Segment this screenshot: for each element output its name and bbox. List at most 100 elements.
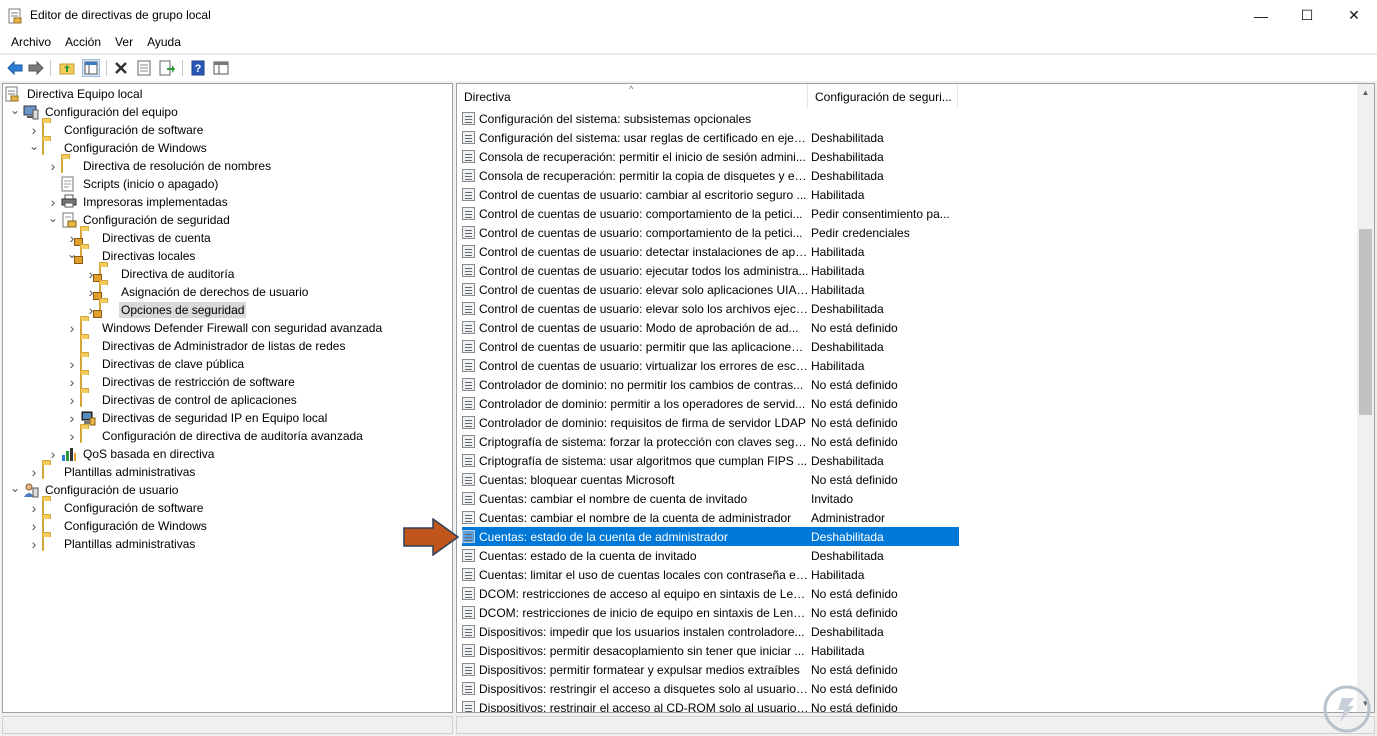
- tree-item[interactable]: › Directivas de clave pública: [66, 355, 246, 373]
- tree-item[interactable]: Directiva Equipo local: [5, 85, 144, 103]
- tree-item[interactable]: › Asignación de derechos de usuario: [85, 283, 310, 301]
- chevron-right-icon[interactable]: ›: [66, 391, 78, 409]
- maximize-button[interactable]: ☐: [1284, 0, 1330, 31]
- forward-button[interactable]: [27, 59, 45, 77]
- table-row[interactable]: Control de cuentas de usuario: cambiar a…: [462, 185, 864, 204]
- tree-item[interactable]: › Impresoras implementadas: [47, 193, 230, 211]
- chevron-down-icon[interactable]: ⌄: [47, 209, 59, 227]
- tree-item[interactable]: Scripts (inicio o apagado): [47, 175, 220, 193]
- tree-item[interactable]: › Opciones de seguridad: [85, 301, 247, 319]
- table-row[interactable]: Dispositivos: impedir que los usuarios i…: [462, 622, 884, 641]
- table-row[interactable]: Cuentas: cambiar el nombre de cuenta de …: [462, 489, 853, 508]
- table-row[interactable]: DCOM: restricciones de acceso al equipo …: [462, 584, 898, 603]
- table-row[interactable]: Control de cuentas de usuario: elevar so…: [462, 280, 864, 299]
- vertical-scrollbar[interactable]: ▲ ▼: [1357, 84, 1374, 712]
- table-row[interactable]: Control de cuentas de usuario: Modo de a…: [462, 318, 898, 337]
- table-row[interactable]: Criptografía de sistema: usar algoritmos…: [462, 451, 884, 470]
- table-row[interactable]: Dispositivos: permitir desacoplamiento s…: [462, 641, 864, 660]
- menu-archivo[interactable]: Archivo: [4, 31, 58, 53]
- table-row[interactable]: Control de cuentas de usuario: virtualiz…: [462, 356, 864, 375]
- menu-ver[interactable]: Ver: [108, 31, 140, 53]
- minimize-button[interactable]: —: [1238, 0, 1284, 31]
- scrollbar-thumb[interactable]: [1359, 229, 1372, 415]
- table-row[interactable]: Dispositivos: restringir el acceso a dis…: [462, 679, 898, 698]
- table-row[interactable]: Consola de recuperación: permitir la cop…: [462, 166, 884, 185]
- delete-button[interactable]: [112, 59, 130, 77]
- console-tree[interactable]: Directiva Equipo local ⌄ Configuración del…: [2, 83, 453, 713]
- tree-item[interactable]: Directivas de Administrador de listas de…: [66, 337, 347, 355]
- chevron-right-icon[interactable]: ›: [47, 157, 59, 175]
- table-row[interactable]: Control de cuentas de usuario: ejecutar …: [462, 261, 864, 280]
- chevron-right-icon[interactable]: ›: [28, 463, 40, 481]
- table-row[interactable]: Controlador de dominio: permitir a los o…: [462, 394, 898, 413]
- tree-item[interactable]: › Configuración de software: [28, 121, 205, 139]
- table-row[interactable]: Control de cuentas de usuario: permitir …: [462, 337, 884, 356]
- chevron-right-icon[interactable]: ›: [28, 517, 40, 535]
- tree-item-label: Directivas de clave pública: [102, 357, 245, 371]
- chevron-right-icon[interactable]: ›: [66, 409, 78, 427]
- help-button[interactable]: ?: [189, 59, 207, 77]
- export-list-button[interactable]: [158, 59, 176, 77]
- tree-item[interactable]: ⌄ Configuración de usuario: [9, 481, 180, 499]
- chevron-down-icon[interactable]: ⌄: [9, 479, 21, 497]
- policy-name: Cuentas: cambiar el nombre de la cuenta …: [479, 510, 792, 525]
- table-row[interactable]: Criptografía de sistema: forzar la prote…: [462, 432, 898, 451]
- table-row[interactable]: Cuentas: estado de la cuenta de invitado…: [462, 546, 884, 565]
- tree-item[interactable]: ⌄ Directivas locales: [66, 247, 197, 265]
- tree-item[interactable]: › Plantillas administrativas: [28, 463, 197, 481]
- policy-setting-icon: [462, 511, 475, 524]
- table-row[interactable]: Cuentas: cambiar el nombre de la cuenta …: [462, 508, 885, 527]
- policy-setting-value: Habilitada: [811, 244, 865, 259]
- back-button[interactable]: [6, 59, 24, 77]
- tree-item[interactable]: › Directiva de resolución de nombres: [47, 157, 273, 175]
- chevron-down-icon[interactable]: ⌄: [28, 137, 40, 155]
- chevron-right-icon[interactable]: ›: [66, 373, 78, 391]
- table-row[interactable]: Dispositivos: restringir el acceso al CD…: [462, 698, 898, 712]
- menu-ayuda[interactable]: Ayuda: [140, 31, 188, 53]
- table-row[interactable]: Controlador de dominio: requisitos de fi…: [462, 413, 898, 432]
- tree-item[interactable]: › Configuración de directiva de auditoría…: [66, 427, 365, 445]
- table-row[interactable]: Cuentas: limitar el uso de cuentas local…: [462, 565, 864, 584]
- table-row[interactable]: Controlador de dominio: no permitir los …: [462, 375, 898, 394]
- table-row[interactable]: Configuración del sistema: usar reglas d…: [462, 128, 884, 147]
- table-row[interactable]: Cuentas: estado de la cuenta de administ…: [462, 527, 959, 546]
- folder-icon: [80, 427, 96, 444]
- tree-item[interactable]: ⌄ Configuración de Windows: [28, 139, 209, 157]
- chevron-down-icon[interactable]: ⌄: [9, 101, 21, 119]
- tree-item[interactable]: › Directivas de seguridad IP en Equipo lo…: [66, 409, 329, 427]
- table-row[interactable]: Dispositivos: permitir formatear y expul…: [462, 660, 898, 679]
- console-view-button[interactable]: [212, 59, 230, 77]
- table-row[interactable]: Control de cuentas de usuario: comportam…: [462, 204, 950, 223]
- close-button[interactable]: ✕: [1331, 0, 1377, 31]
- table-row[interactable]: Cuentas: bloquear cuentas Microsoft No es…: [462, 470, 898, 489]
- table-row[interactable]: Control de cuentas de usuario: comportam…: [462, 223, 910, 242]
- policy-list[interactable]: Directiva Configuración de seguri... ^ C…: [456, 83, 1375, 713]
- tree-item[interactable]: › QoS basada en directiva: [47, 445, 216, 463]
- chevron-right-icon[interactable]: ›: [66, 355, 78, 373]
- chevron-right-icon[interactable]: ›: [66, 319, 78, 337]
- tree-item[interactable]: › Windows Defender Firewall con seguridad…: [66, 319, 384, 337]
- show-hide-tree-button[interactable]: [82, 59, 100, 77]
- tree-item[interactable]: ⌄ Configuración de seguridad: [47, 211, 232, 229]
- scroll-up-icon[interactable]: ▲: [1357, 84, 1374, 101]
- tree-item[interactable]: › Directivas de control de aplicaciones: [66, 391, 299, 409]
- tree-item[interactable]: › Configuración de Windows: [28, 517, 209, 535]
- tree-item[interactable]: › Configuración de software: [28, 499, 205, 517]
- up-folder-button[interactable]: [58, 59, 76, 77]
- tree-item[interactable]: ⌄ Configuración del equipo: [9, 103, 180, 121]
- tree-item[interactable]: › Directivas de restricción de software: [66, 373, 297, 391]
- chevron-right-icon[interactable]: ›: [66, 427, 78, 445]
- table-row[interactable]: Control de cuentas de usuario: detectar …: [462, 242, 864, 261]
- policy-setting-value: Habilitada: [811, 282, 865, 297]
- table-row[interactable]: Configuración del sistema: subsistemas o…: [462, 109, 809, 128]
- properties-button[interactable]: [135, 59, 153, 77]
- column-header-configuracion[interactable]: Configuración de seguri...: [808, 84, 958, 108]
- menu-accion[interactable]: Acción: [58, 31, 108, 53]
- chevron-right-icon[interactable]: ›: [28, 535, 40, 553]
- tree-item[interactable]: › Plantillas administrativas: [28, 535, 197, 553]
- table-row[interactable]: Control de cuentas de usuario: elevar so…: [462, 299, 884, 318]
- table-row[interactable]: Consola de recuperación: permitir el ini…: [462, 147, 884, 166]
- policy-setting-value: No está definido: [811, 700, 898, 713]
- table-row[interactable]: DCOM: restricciones de inicio de equipo …: [462, 603, 898, 622]
- chevron-right-icon[interactable]: ›: [28, 499, 40, 517]
